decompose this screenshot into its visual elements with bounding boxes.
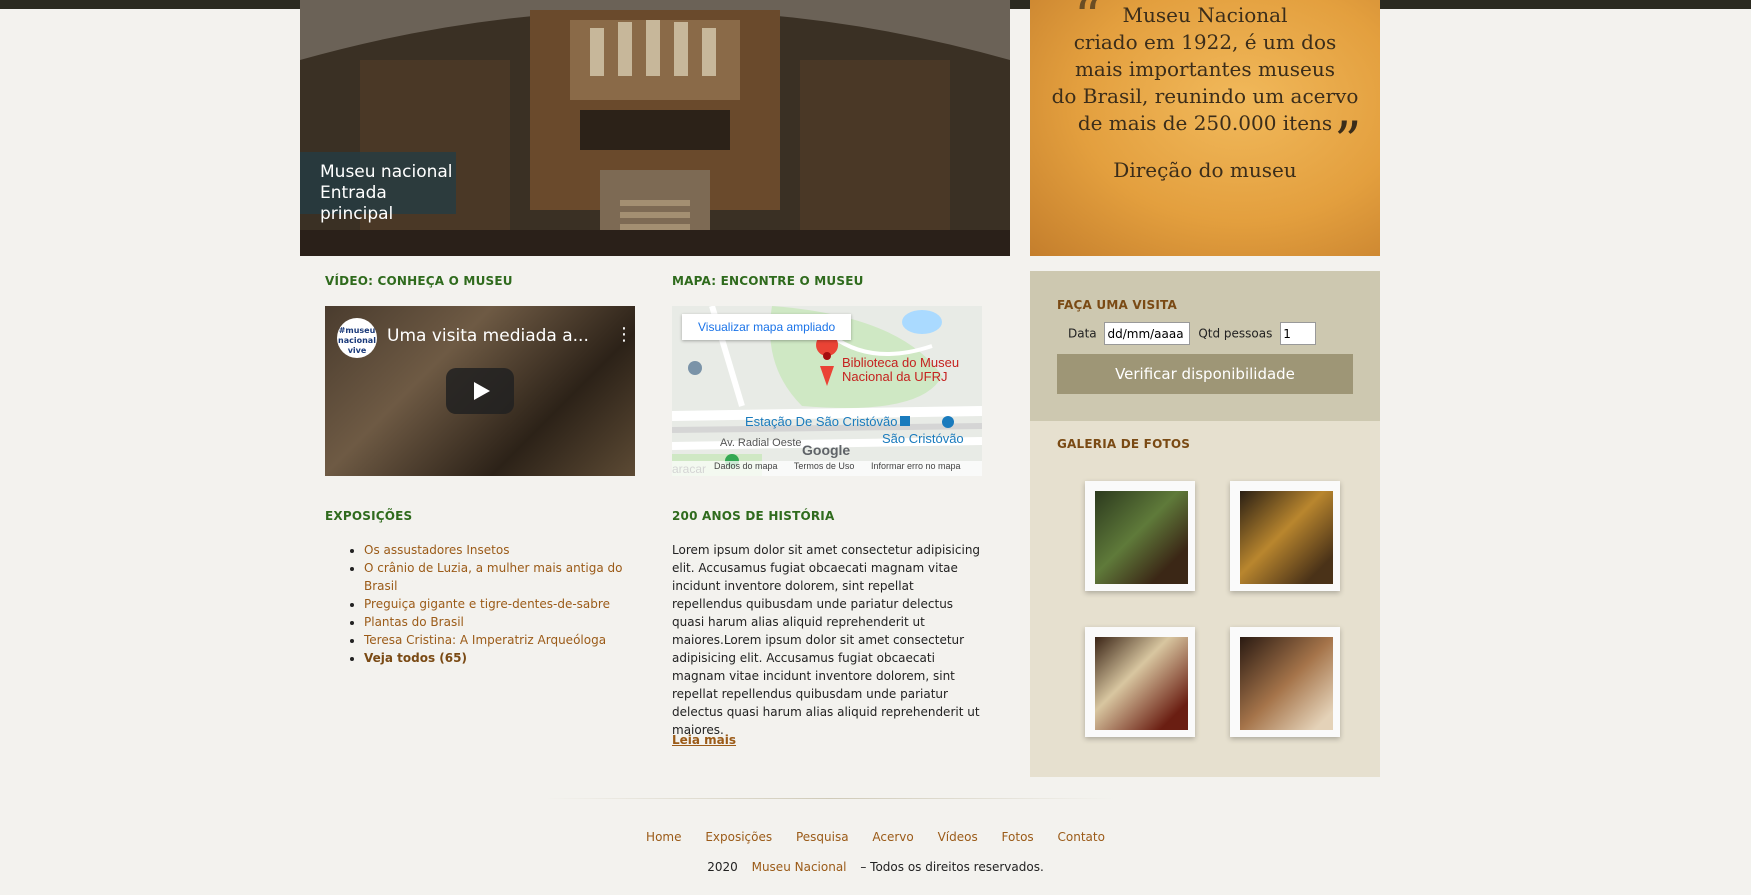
- gallery-photo-image: [1095, 491, 1188, 584]
- exhibition-link[interactable]: Os assustadores Insetos: [364, 543, 509, 557]
- quote-line: de mais de 250.000 itens: [1077, 111, 1333, 135]
- history-heading: 200 ANOS DE HISTÓRIA: [672, 509, 835, 523]
- copyright-year: 2020: [707, 860, 738, 874]
- exhibitions-list: Os assustadores Insetos O crânio de Luzi…: [364, 541, 634, 667]
- map-road-label: Av. Radial Oeste: [720, 437, 802, 449]
- list-item: Preguiça gigante e tigre-dentes-de-sabre: [364, 595, 634, 613]
- quote-line: Museu Nacional: [1122, 3, 1288, 27]
- map-heading: MAPA: ENCONTRE O MUSEU: [672, 274, 864, 288]
- channel-logo[interactable]: #museu nacional vive: [337, 318, 377, 358]
- map-data-link[interactable]: Dados do mapa: [714, 461, 778, 471]
- gallery-photo[interactable]: [1230, 627, 1340, 737]
- gallery-photo-image: [1095, 637, 1188, 730]
- play-icon[interactable]: [446, 368, 514, 414]
- visit-panel: FAÇA UMA VISITA Data Qtd pessoas Verific…: [1030, 271, 1380, 421]
- video-title[interactable]: Uma visita mediada a...: [387, 326, 589, 346]
- map-place-line2: Nacional da UFRJ: [842, 369, 948, 384]
- gallery-photo[interactable]: [1085, 627, 1195, 737]
- exhibition-link[interactable]: O crânio de Luzia, a mulher mais antiga …: [364, 561, 622, 593]
- map-terms-link[interactable]: Termos de Uso: [794, 461, 855, 471]
- gallery-photo-image: [1240, 491, 1333, 584]
- site-link[interactable]: Museu Nacional: [752, 860, 847, 874]
- hero-caption-line1: Museu nacional: [320, 162, 453, 182]
- google-logo: Google: [802, 442, 851, 458]
- footer-link-videos[interactable]: Vídeos: [938, 830, 978, 844]
- video-heading: VÍDEO: CONHEÇA O MUSEU: [325, 274, 513, 288]
- footer-link-contato[interactable]: Contato: [1058, 830, 1105, 844]
- date-field[interactable]: [1104, 322, 1191, 345]
- hero-image: Museu nacional Entrada principal: [300, 0, 1010, 256]
- video-player[interactable]: #museu nacional vive Uma visita mediada …: [325, 306, 635, 476]
- gallery-photo[interactable]: [1230, 481, 1340, 591]
- list-item: Os assustadores Insetos: [364, 541, 634, 559]
- gallery-photo[interactable]: [1085, 481, 1195, 591]
- quantity-field[interactable]: [1280, 322, 1317, 345]
- footer-nav: Home Exposições Pesquisa Acervo Vídeos F…: [0, 830, 1751, 844]
- list-item: Plantas do Brasil: [364, 613, 634, 631]
- exhibition-link[interactable]: Preguiça gigante e tigre-dentes-de-sabre: [364, 597, 610, 611]
- map-place-label[interactable]: Biblioteca do Museu Nacional da UFRJ: [842, 356, 959, 384]
- exhibition-link[interactable]: Teresa Cristina: A Imperatriz Arqueóloga: [364, 633, 606, 647]
- read-more-link[interactable]: Leia mais: [672, 733, 736, 747]
- visit-heading: FAÇA UMA VISITA: [1057, 298, 1177, 312]
- more-options-icon[interactable]: ⋮: [615, 324, 633, 345]
- map-report-link[interactable]: Informar erro no mapa: [871, 461, 961, 471]
- map-station-label: Estação De São Cristóvão: [745, 414, 898, 429]
- gallery-heading: GALERIA DE FOTOS: [1057, 437, 1191, 451]
- map-footer: Dados do mapa Termos de Uso Informar err…: [672, 461, 982, 476]
- quote-line: mais importantes museus: [1074, 57, 1336, 81]
- map-embed[interactable]: Visualizar mapa ampliado Biblioteca do M…: [672, 306, 982, 476]
- gallery-photo-image: [1240, 637, 1333, 730]
- copyright-text: – Todos os direitos reservados.: [860, 860, 1044, 874]
- see-all-link[interactable]: Veja todos (65): [364, 651, 467, 665]
- list-item: Veja todos (65): [364, 649, 634, 667]
- quote-panel: “ Museu Nacional criado em 1922, é um do…: [1030, 0, 1380, 256]
- quote-signature: Direção do museu: [1113, 158, 1297, 182]
- visit-form-row: Data Qtd pessoas: [1068, 322, 1317, 345]
- footer-link-exposicoes[interactable]: Exposições: [705, 830, 772, 844]
- footer-link-home[interactable]: Home: [646, 830, 681, 844]
- exhibitions-heading: EXPOSIÇÕES: [325, 509, 413, 523]
- history-text: Lorem ipsum dolor sit amet consectetur a…: [672, 543, 981, 737]
- qty-label: Qtd pessoas: [1198, 326, 1273, 341]
- footer-link-pesquisa[interactable]: Pesquisa: [796, 830, 849, 844]
- footer-link-fotos[interactable]: Fotos: [1002, 830, 1034, 844]
- list-item: Teresa Cristina: A Imperatriz Arqueóloga: [364, 631, 634, 649]
- quote-line: criado em 1922, é um dos: [1073, 30, 1337, 54]
- footer-link-acervo[interactable]: Acervo: [872, 830, 913, 844]
- date-label: Data: [1068, 326, 1097, 341]
- footer-divider: [545, 798, 1115, 799]
- list-item: O crânio de Luzia, a mulher mais antiga …: [364, 559, 634, 595]
- copyright: 2020 Museu Nacional – Todos os direitos …: [0, 860, 1751, 874]
- gallery-panel: GALERIA DE FOTOS: [1030, 421, 1380, 777]
- quote-line: do Brasil, reunindo um acervo: [1051, 84, 1359, 108]
- hero-caption: Museu nacional Entrada principal: [300, 152, 456, 224]
- hero-caption-line2: Entrada principal: [320, 183, 394, 224]
- check-availability-button[interactable]: Verificar disponibilidade: [1057, 354, 1353, 394]
- exhibition-link[interactable]: Plantas do Brasil: [364, 615, 464, 629]
- map-place-line1: Biblioteca do Museu: [842, 355, 960, 370]
- enlarge-map-link[interactable]: Visualizar mapa ampliado: [682, 314, 852, 340]
- map-station2-label: São Cristóvão: [882, 431, 964, 446]
